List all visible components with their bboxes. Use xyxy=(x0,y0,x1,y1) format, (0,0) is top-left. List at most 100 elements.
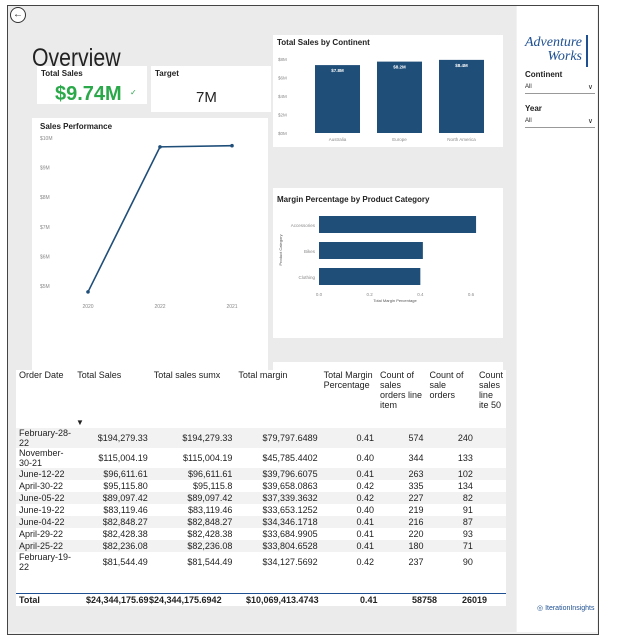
back-arrow-icon[interactable]: ← xyxy=(10,7,26,23)
table-cell: 90 xyxy=(462,557,473,567)
table-cell: 0.41 xyxy=(320,468,377,480)
sort-down-icon[interactable]: ▼ xyxy=(76,418,84,427)
table-row[interactable]: June-12-22 $96,611.61 $96,611.61 $39,796.60… xyxy=(16,468,506,480)
table-cell: $194,279.33 xyxy=(150,428,236,448)
y-tick-label: $10M xyxy=(40,136,53,142)
total-cell: 58758 xyxy=(412,595,438,605)
logo-line-1: Adventure xyxy=(524,35,582,50)
table-cell: 87 xyxy=(426,516,476,528)
table-cell: 134 xyxy=(457,481,473,491)
column-header[interactable]: Count sales line ite 50 xyxy=(476,370,506,428)
table-cell: 82 xyxy=(426,492,476,504)
check-icon: ✓ xyxy=(130,88,137,97)
table-cell: 0.41 xyxy=(320,516,377,528)
margin-bar-chart: Accessories Bikes Clothing 0.0 0.2 0.4 0.6 Tota… xyxy=(278,216,477,303)
table-cell: April-29-22 xyxy=(19,529,64,539)
category-label: Bikes xyxy=(304,249,316,254)
margin-chart-card[interactable]: Margin Percentage by Product Category Ac… xyxy=(273,188,503,338)
column-header[interactable]: Total Sales xyxy=(74,370,151,428)
category-label: Europe xyxy=(392,137,407,142)
bar-Australia xyxy=(315,65,360,133)
orders-table[interactable]: Order Date Total Sales Total sales sumx Tot… xyxy=(16,370,506,606)
kpi-value-total-sales: $9.74M xyxy=(55,83,122,105)
sales-line xyxy=(87,144,233,293)
table-cell: June-12-22 xyxy=(16,468,75,480)
column-header[interactable]: Total Margin Percentage xyxy=(321,370,377,428)
column-header[interactable]: Count of sales orders line item xyxy=(377,370,426,428)
y-tick-label: $7M xyxy=(40,225,50,231)
x-tick-label: 0.0 xyxy=(316,292,323,297)
table-cell: 93 xyxy=(462,529,473,539)
bar-Europe xyxy=(377,61,422,133)
table-cell: February-19-22 xyxy=(19,552,72,572)
table-row[interactable]: April-30-22 $95,115.80 $95,115.8 $39,658.08… xyxy=(16,480,506,492)
table-cell: 71 xyxy=(426,540,476,552)
y-tick-label: $8M xyxy=(278,57,287,62)
table-cell: 263 xyxy=(377,468,427,480)
chevron-down-icon: ∨ xyxy=(587,118,593,125)
x-axis-title: Total Margin Percentage xyxy=(373,298,417,303)
column-header[interactable]: Total sales sumx xyxy=(151,370,236,428)
table-cell: $83,119.46 xyxy=(103,505,148,515)
table-row[interactable]: June-05-22 $89,097.42 $89,097.42 $37,339.36… xyxy=(16,492,506,504)
table-cell: $82,848.27 xyxy=(74,516,151,528)
table-row[interactable]: April-25-22 $82,236.08 $82,236.08 $33,804.6… xyxy=(16,540,506,552)
table-cell: 0.42 xyxy=(320,492,377,504)
table-cell: $95,115.8 xyxy=(193,481,233,491)
y-tick-label: $0M xyxy=(278,131,287,136)
kpi-card-total-sales[interactable]: Total Sales $9.74M ✓ xyxy=(37,66,147,105)
sales-point-2020 xyxy=(86,290,90,294)
chevron-down-icon: ∨ xyxy=(587,84,593,91)
table-cell: $81,544.49 xyxy=(102,557,148,567)
total-cell: 26019 xyxy=(462,595,488,605)
continent-slicer[interactable]: All ∨ xyxy=(525,82,595,94)
data-label: $8.4M xyxy=(455,63,468,68)
table-row[interactable]: June-04-22 $82,848.27 $82,848.27 $34,346.17… xyxy=(16,516,506,528)
column-header[interactable]: Count of sale orders xyxy=(426,370,475,428)
kpi-card-target[interactable]: Target 7M xyxy=(151,66,271,112)
bar-Accessories xyxy=(319,216,477,233)
table-row[interactable]: February-19-22 $81,544.49 $81,544.49 $34,12… xyxy=(16,552,506,572)
category-label: Clothing xyxy=(298,275,315,280)
sales-point-2021 xyxy=(230,143,234,148)
table-row[interactable]: November-30-21 $115,004.19 $115,004.19 $45,… xyxy=(16,448,506,468)
kpi-label-total-sales: Total Sales xyxy=(41,69,83,78)
table-cell: $81,544.49 xyxy=(187,557,233,567)
table-cell: 237 xyxy=(408,557,424,567)
sales-performance-card[interactable]: Sales Performance $10M $9M $8M $7M $6M $5M 202… xyxy=(32,118,268,370)
logo-line-2: Works xyxy=(547,49,583,64)
table-cell: 0.40 xyxy=(356,505,374,515)
table-cell: $34,346.1718 xyxy=(235,516,321,528)
table-cell: 0.41 xyxy=(320,540,377,552)
x-tick-label: 0.2 xyxy=(367,292,374,297)
table-cell: $45,785.4402 xyxy=(262,453,318,463)
column-header[interactable]: Total margin xyxy=(235,370,320,428)
table-cell: $33,684.9905 xyxy=(262,529,318,539)
year-slicer-value: All xyxy=(525,118,532,124)
table-cell: 344 xyxy=(408,453,424,463)
table-cell: 240 xyxy=(426,428,476,448)
year-slicer-label: Year xyxy=(525,104,542,113)
table-cell: 574 xyxy=(377,428,427,448)
continent-chart-card[interactable]: Total Sales by Continent $8M $6M $4M $2M $0M… xyxy=(273,35,503,147)
year-slicer[interactable]: All ∨ xyxy=(525,116,595,128)
table-cell: 227 xyxy=(377,492,427,504)
continent-slicer-label: Continent xyxy=(525,70,563,79)
table-row[interactable]: April-29-22 $82,428.38 $82,428.38 $33,684.9… xyxy=(16,528,506,540)
total-cell: $24,344,175.6942 xyxy=(149,595,222,605)
table-cell: 102 xyxy=(426,468,476,480)
total-cell: $10,069,413.4743 xyxy=(246,595,319,605)
table-cell: 0.42 xyxy=(356,481,374,491)
table-cell: 335 xyxy=(408,481,424,491)
table-cell: 133 xyxy=(457,453,473,463)
table-cell: $34,127.5692 xyxy=(262,557,318,567)
bar-Clothing xyxy=(319,268,421,285)
x-tick-label: 2020 xyxy=(82,304,93,310)
table-row[interactable]: February-28-22 $194,279.33 $194,279.33 $79,… xyxy=(16,428,506,448)
column-header[interactable]: Order Date xyxy=(16,370,74,428)
table-total-row: Total $24,344,175.69 $24,344,175.6942 $10,0… xyxy=(16,593,506,607)
continent-bar-chart: $8M $6M $4M $2M $0M $7.8M Australia $8.2M Europe… xyxy=(278,57,484,142)
table-cell: June-19-22 xyxy=(19,505,65,515)
table-cell: $83,119.46 xyxy=(187,505,233,515)
table-row[interactable]: June-19-22 $83,119.46 $83,119.46 $33,653.12… xyxy=(16,504,506,516)
